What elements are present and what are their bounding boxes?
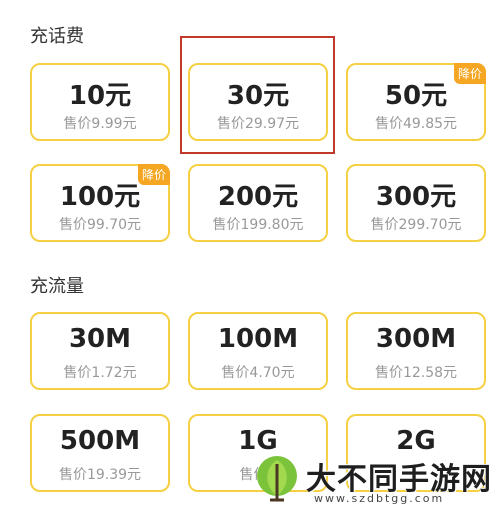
- card-amount: 500M: [59, 426, 141, 456]
- topup-card-100[interactable]: 降价 100元 售价99.70元: [30, 164, 170, 242]
- data-card-100m[interactable]: 100M 售价4.70元: [188, 312, 328, 390]
- card-amount: 2G: [396, 426, 436, 456]
- card-price: 售价49.85元: [374, 116, 458, 132]
- card-amount: 300元: [375, 182, 457, 212]
- topup-card-50[interactable]: 降价 50元 售价49.85元: [346, 63, 486, 141]
- topup-card-300[interactable]: 300元 售价299.70元: [346, 164, 486, 242]
- card-price: 售价299.70元: [370, 217, 462, 233]
- card-price: 售价2: [239, 467, 277, 483]
- card-price: 售价19.39元: [58, 467, 142, 483]
- topup-card-30[interactable]: 30元 售价29.97元: [188, 63, 328, 141]
- card-price: 售价9.99元: [63, 116, 137, 132]
- card-amount: 10元: [68, 81, 132, 111]
- card-amount: 1G: [238, 426, 278, 456]
- card-price: 售价99.70元: [58, 217, 142, 233]
- card-amount: 100M: [217, 324, 299, 354]
- data-card-1g[interactable]: 1G 售价2: [188, 414, 328, 492]
- card-price: 售价12.58元: [374, 365, 458, 381]
- card-amount: 50元: [384, 81, 448, 111]
- card-price: 售价199.80元: [212, 217, 304, 233]
- card-amount: 30元: [226, 81, 290, 111]
- data-section-title: 充流量: [30, 276, 84, 297]
- card-amount: 30M: [68, 324, 132, 354]
- card-amount: 100元: [59, 182, 141, 212]
- watermark-url: www.szdbtgg.com: [314, 492, 445, 505]
- card-amount: 300M: [375, 324, 457, 354]
- data-card-300m[interactable]: 300M 售价12.58元: [346, 312, 486, 390]
- card-price: 售价29.97元: [216, 116, 300, 132]
- card-price: 售价4.70元: [221, 365, 295, 381]
- topup-card-200[interactable]: 200元 售价199.80元: [188, 164, 328, 242]
- card-amount: 200元: [217, 182, 299, 212]
- data-card-2g[interactable]: 2G: [346, 414, 486, 492]
- data-card-30m[interactable]: 30M 售价1.72元: [30, 312, 170, 390]
- topup-section-title: 充话费: [30, 26, 84, 47]
- card-price: 售价1.72元: [63, 365, 137, 381]
- topup-card-10[interactable]: 10元 售价9.99元: [30, 63, 170, 141]
- data-card-500m[interactable]: 500M 售价19.39元: [30, 414, 170, 492]
